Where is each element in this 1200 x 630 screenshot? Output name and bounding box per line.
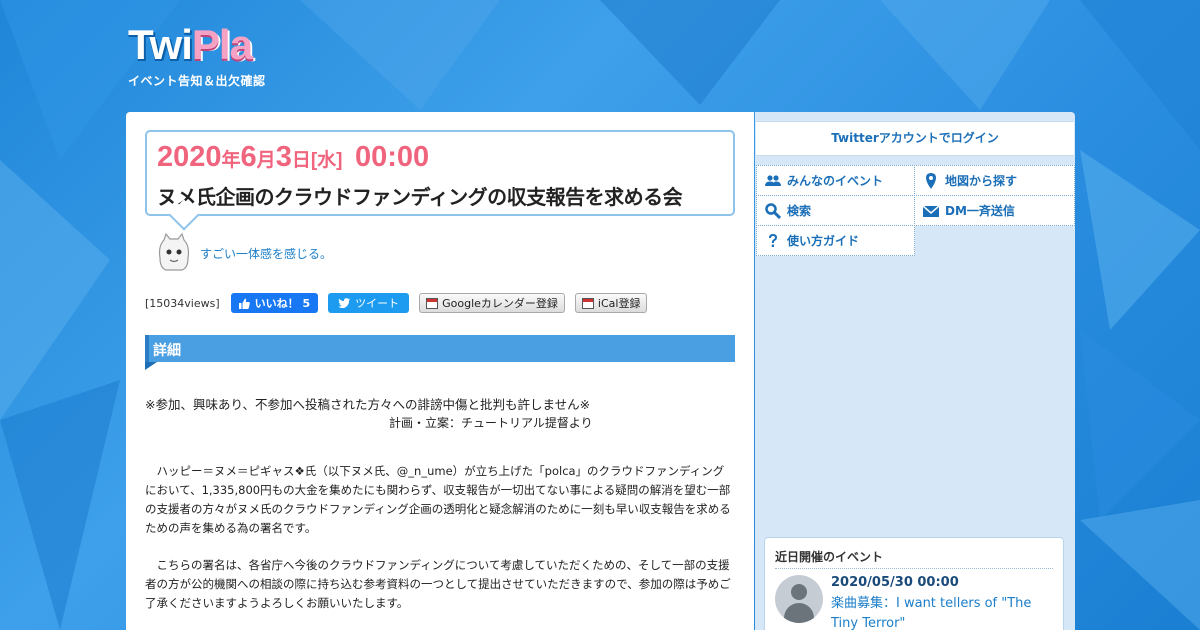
menu-label-dm: DM一斉送信 (945, 204, 1015, 218)
detail-heading: 詳細 (145, 335, 735, 362)
logo-twi: Twi (128, 21, 193, 68)
search-icon (765, 202, 781, 219)
calendar-icon (581, 297, 594, 309)
menu-item-guide[interactable]: 使い方ガイド (756, 225, 915, 256)
menu-item-dm[interactable]: DM一斉送信 (914, 195, 1075, 226)
event-weekday: [水] (310, 150, 343, 171)
menu-item-search[interactable]: 検索 (756, 195, 915, 226)
menu-label-guide: 使い方ガイド (787, 234, 860, 248)
event-detail: ※参加、興味あり、不参加へ投稿された方々への誹謗中傷と批判も許しません※ 計画・… (145, 396, 735, 613)
menu-label-events: みんなのイベント (787, 174, 884, 188)
upcoming-title: 近日開催のイベント (775, 548, 1053, 569)
organizer-comment[interactable]: すごい一体感を感じる。 (200, 245, 332, 262)
detail-paragraph-2: こちらの署名は、各省庁へ今後のクラウドファンディングについて考慮していただくため… (145, 558, 731, 610)
menu-item-map[interactable]: 地図から探す (914, 165, 1075, 196)
menu-item-events[interactable]: みんなのイベント (756, 165, 915, 196)
map-pin-icon (926, 172, 936, 189)
help-icon (769, 233, 777, 247)
event-year-suffix: 年 (221, 150, 241, 171)
tweet-button[interactable]: ツイート (328, 293, 410, 313)
view-count: [15034views] (145, 296, 220, 310)
menu-label-search: 検索 (787, 204, 812, 218)
sidebar-menu: みんなのイベント 地図から探す 検索 DM一斉送信 使い方ガイド (756, 165, 1075, 256)
twitter-bird-icon (338, 298, 351, 308)
event-year: 2020 (157, 141, 222, 173)
main-content: 2020年6月3日[水] 00:00 ヌメ氏企画のクラウドファンディングの収支報… (126, 112, 754, 630)
google-calendar-button[interactable]: Googleカレンダー登録 (419, 293, 565, 313)
event-month-suffix: 月 (256, 150, 276, 171)
organizer: すごい一体感を感じる。 (154, 232, 332, 274)
event-month: 6 (240, 141, 257, 173)
upcoming-date: 2020/05/30 00:00 (831, 575, 959, 590)
event-day-suffix: 日 (291, 150, 311, 171)
event-header-bubble: 2020年6月3日[水] 00:00 ヌメ氏企画のクラウドファンディングの収支報… (145, 130, 735, 216)
sidebar: Twitterアカウントでログイン みんなのイベント 地図から探す 検索 DM一… (755, 112, 1075, 630)
ical-button[interactable]: iCal登録 (574, 293, 648, 313)
upcoming-link[interactable]: 楽曲募集：I want tellers of "The Tiny Terror" (831, 594, 1053, 630)
twipla-logo[interactable]: TwiPla イベント告知＆出欠確認 (128, 22, 266, 89)
users-icon (765, 174, 781, 186)
upcoming-event-item: 2020/05/30 00:00 楽曲募集：I want tellers of … (775, 575, 1053, 630)
calendar-icon (426, 297, 439, 309)
default-avatar-icon (775, 575, 823, 623)
logo-pla: Pla (191, 21, 253, 68)
menu-label-map: 地図から探す (945, 174, 1018, 188)
twitter-login-link[interactable]: Twitterアカウントでログイン (756, 121, 1074, 156)
like-label: いいね！ 5 (254, 297, 311, 310)
logo-tagline: イベント告知＆出欠確認 (128, 74, 266, 88)
detail-credit: 計画・立案：チュートリアル提督より (389, 416, 593, 430)
detail-notice: ※参加、興味あり、不参加へ投稿された方々への誹謗中傷と批判も許しません※ (145, 397, 591, 412)
event-title: ヌメ氏企画のクラウドファンディングの収支報告を求める会 (157, 185, 683, 209)
event-time: 00:00 (354, 141, 430, 173)
upcoming-events: 近日開催のイベント 2020/05/30 00:00 楽曲募集：I want t… (764, 537, 1064, 630)
tweet-label: ツイート (355, 297, 400, 310)
event-day: 3 (275, 141, 292, 173)
organizer-avatar[interactable] (154, 232, 194, 274)
google-calendar-label: Googleカレンダー登録 (442, 297, 558, 310)
share-row: [15034views] いいね！ 5 ツイート Googleカレンダー登録 i… (145, 293, 648, 313)
event-date: 2020年6月3日[水] 00:00 (157, 140, 723, 179)
facebook-like-button[interactable]: いいね！ 5 (230, 293, 319, 313)
ical-label: iCal登録 (597, 297, 641, 310)
mail-icon (923, 204, 939, 217)
detail-paragraph-1: ハッピー＝ヌメ＝ピギャス❖氏（以下ヌメ氏、@_n_ume）が立ち上げた「polc… (145, 464, 731, 535)
thumbs-up-icon (238, 298, 250, 309)
